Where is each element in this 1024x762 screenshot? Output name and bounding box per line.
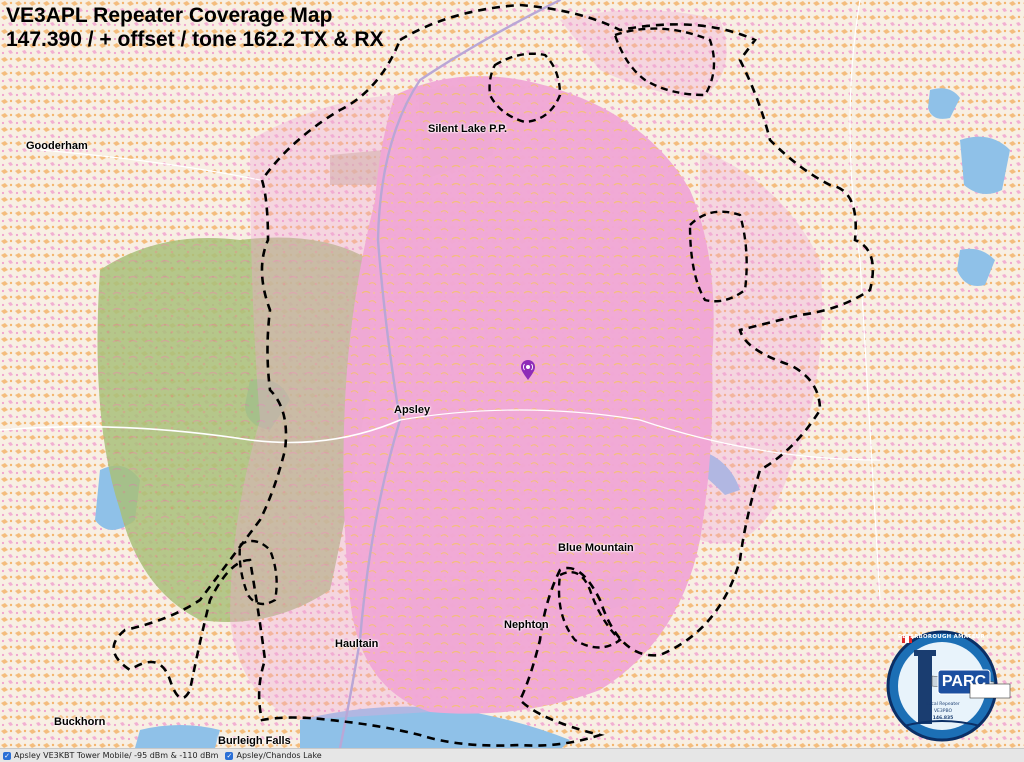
layer-label-tower-mobile[interactable]: Apsley VE3KBT Tower Mobile/ -95 dBm & -1… [14,751,218,760]
place-label-blue-mountain: Blue Mountain [558,542,634,554]
coverage-map[interactable] [0,0,1024,748]
checkbox-checked-icon[interactable]: ✓ [3,751,11,760]
checkbox-checked-icon[interactable]: ✓ [225,751,234,760]
parc-logo: PETERBOROUGH AMATEUR RADIO CLUB PARC Loc… [884,626,1014,742]
logo-subtext: Local Repeater [926,702,960,707]
place-label-silent-lake: Silent Lake P.P. [428,123,508,135]
layer-legend-bar: ✓ Apsley VE3KBT Tower Mobile/ -95 dBm & … [0,748,1024,762]
map-subtitle: 147.390 / + offset / tone 162.2 TX & RX [6,28,384,51]
repeater-location-icon[interactable] [520,359,536,381]
place-label-burleigh-falls: Burleigh Falls [218,735,291,747]
place-label-gooderham: Gooderham [26,140,88,152]
logo-callsign: VE3PBO [933,709,953,714]
logo-frequency: 146.835 [932,716,954,721]
map-title: VE3APL Repeater Coverage Map [6,4,333,27]
place-label-apsley: Apsley [394,404,431,416]
logo-parc-text: PARC [941,673,987,690]
place-label-nephton: Nephton [504,619,549,631]
logo-club-name: PETERBOROUGH AMATEUR RADIO CLUB [898,634,988,640]
place-label-buckhorn: Buckhorn [54,716,106,728]
layer-label-chandos[interactable]: Apsley/Chandos Lake [236,751,321,760]
place-label-haultain: Haultain [335,638,379,650]
